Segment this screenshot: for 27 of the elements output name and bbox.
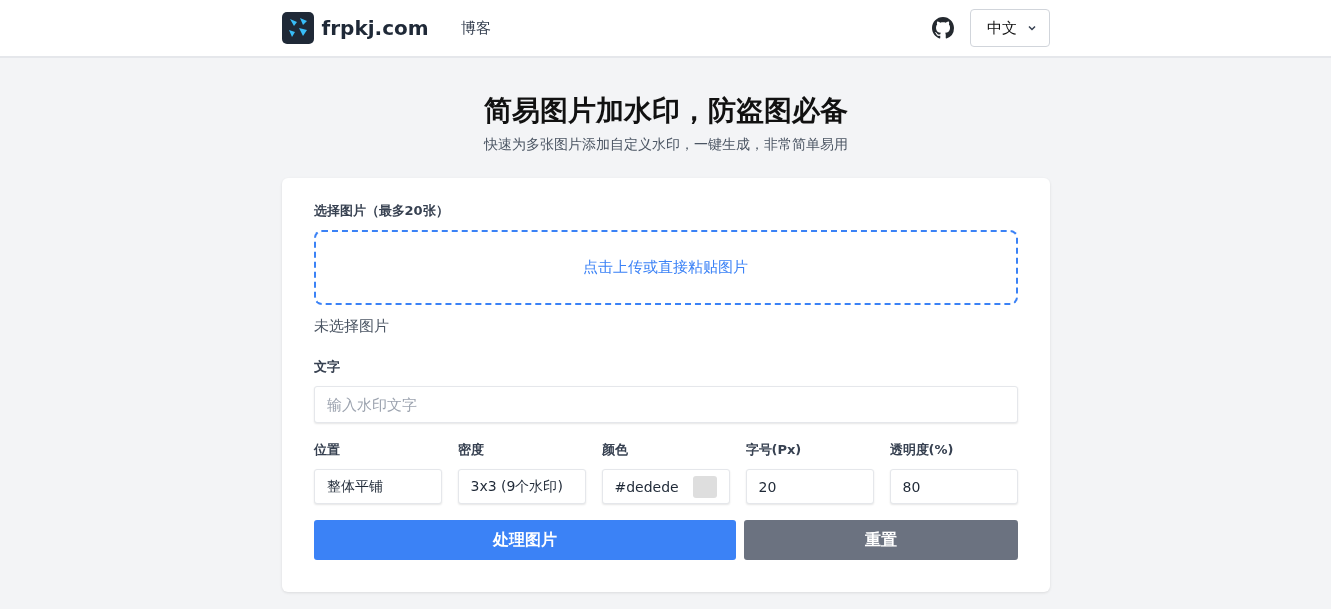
field-label: 透明度(%) — [889, 441, 955, 459]
github-icon[interactable] — [931, 17, 954, 39]
page-subtitle: 快速为多张图片添加自定义水印，一键生成，非常简单易用 — [482, 136, 849, 154]
color-field[interactable]: #dedede — [601, 469, 730, 504]
field-label: 颜色 — [601, 441, 629, 459]
color-swatch[interactable] — [692, 475, 717, 498]
watermark-text-field[interactable]: 输入水印文字 — [313, 386, 1018, 423]
language-select[interactable]: 中文 — [969, 9, 1050, 47]
input-field[interactable]: 3x3 (9个水印) — [457, 469, 586, 504]
input-field[interactable]: 整体平铺 — [313, 469, 442, 504]
chevron-down-icon — [1026, 23, 1037, 33]
site-name[interactable]: frpkj.com — [321, 16, 429, 40]
input-field[interactable]: 20 — [745, 469, 874, 504]
nav-link[interactable]: 博客 — [460, 18, 491, 38]
process-button[interactable]: 处理图片 — [313, 520, 736, 560]
field-label: 选择图片（最多20张） — [313, 202, 450, 220]
reset-button[interactable]: 重置 — [743, 520, 1018, 560]
field-label: 字号(Px) — [745, 441, 803, 459]
logo-icon — [281, 12, 314, 44]
upload-status: 未选择图片 — [313, 317, 390, 336]
color-value: #dedede — [614, 478, 679, 495]
field-label: 文字 — [313, 358, 341, 376]
field-label: 密度 — [457, 441, 485, 459]
field-label: 位置 — [313, 441, 341, 459]
page-title: 简易图片加水印，防盗图必备 — [482, 93, 849, 129]
upload-dropzone[interactable]: 点击上传或直接粘贴图片 — [313, 230, 1018, 305]
input-field[interactable]: 80 — [889, 469, 1018, 504]
